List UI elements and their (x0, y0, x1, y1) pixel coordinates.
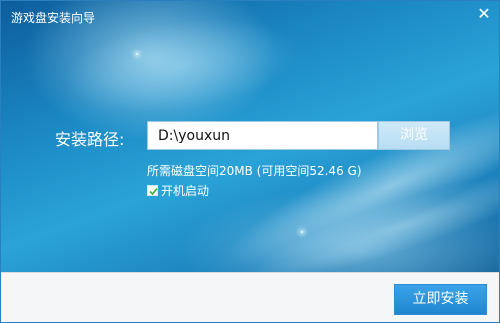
star-decoration (136, 53, 138, 55)
footer-bar: 立即安装 (1, 272, 499, 322)
disk-space-info: 所需磁盘空间20MB (可用空间52.46 G) (147, 164, 362, 178)
checkbox-box[interactable] (147, 185, 158, 196)
install-path-label: 安装路径: (55, 130, 125, 149)
autostart-checkbox[interactable]: 开机启动 (147, 182, 209, 199)
browse-button[interactable]: 浏览 (378, 121, 450, 150)
installer-window: 游戏盘安装向导 ✕ 安装路径: 浏览 所需磁盘空间20MB (可用空间52.46… (0, 0, 500, 323)
close-button[interactable]: ✕ (473, 3, 495, 25)
install-now-button[interactable]: 立即安装 (394, 284, 487, 315)
window-title: 游戏盘安装向导 (11, 11, 96, 25)
close-icon: ✕ (477, 4, 491, 23)
install-path-input[interactable] (147, 121, 378, 150)
star-decoration (301, 231, 303, 233)
autostart-label: 开机启动 (161, 184, 210, 198)
background-banner: 游戏盘安装向导 ✕ 安装路径: 浏览 所需磁盘空间20MB (可用空间52.46… (1, 1, 499, 272)
checkmark-icon (149, 187, 158, 196)
